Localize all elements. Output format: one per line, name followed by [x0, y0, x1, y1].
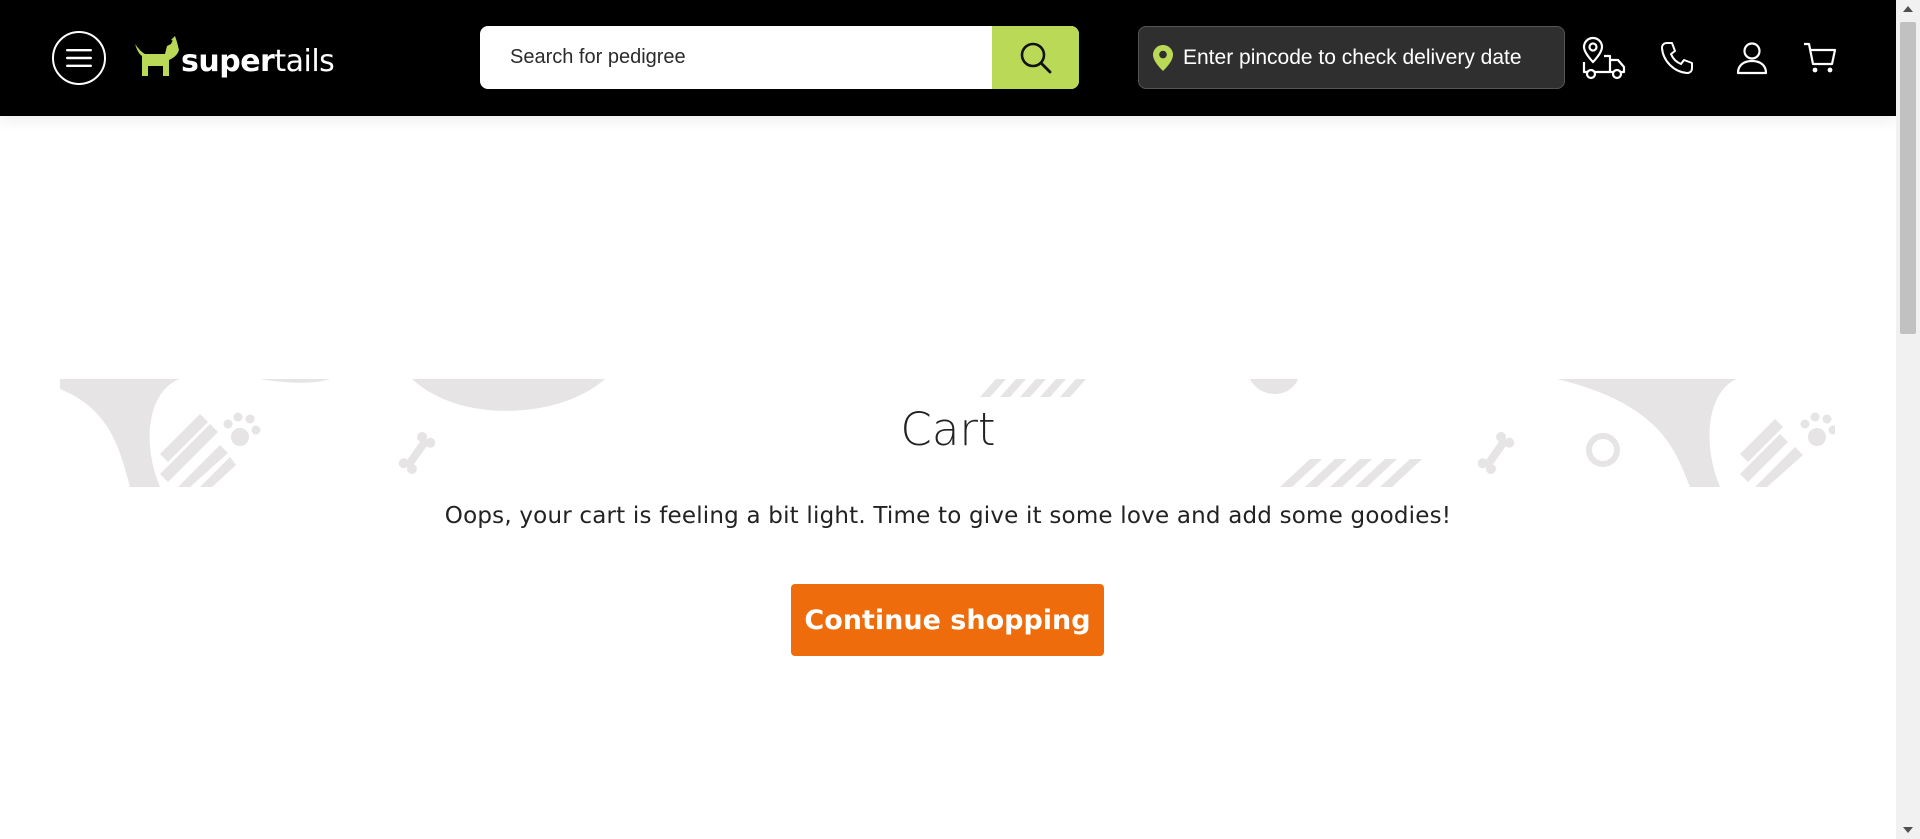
scroll-up-arrow[interactable] [1896, 0, 1920, 18]
cart-button[interactable] [1796, 34, 1844, 82]
logo-text-strong: super [181, 43, 275, 79]
cart-icon [1804, 42, 1837, 73]
search-icon [1020, 42, 1051, 73]
location-pin-icon [1153, 44, 1173, 71]
dog-logo-icon [135, 36, 179, 76]
pincode-label: Enter pincode to check delivery date [1183, 45, 1522, 69]
page: supertails Enter pincode to check delive… [0, 0, 1920, 839]
pincode-checker[interactable]: Enter pincode to check delivery date [1138, 26, 1565, 89]
account-button[interactable] [1728, 34, 1776, 82]
scroll-down-arrow[interactable] [1896, 821, 1920, 839]
phone-icon [1661, 42, 1693, 74]
search-input[interactable] [480, 26, 992, 89]
logo-text-light: tails [274, 43, 335, 79]
search-bar [480, 26, 1079, 89]
cart-title: Cart [900, 403, 996, 456]
menu-button[interactable] [52, 31, 106, 85]
chevron-up-icon [1903, 6, 1913, 12]
empty-cart-message: Oops, your cart is feeling a bit light. … [444, 503, 1452, 529]
continue-shopping-button[interactable]: Continue shopping [791, 584, 1104, 656]
user-icon [1736, 42, 1768, 75]
hamburger-icon [66, 49, 92, 67]
chevron-down-icon [1903, 827, 1913, 833]
delivery-truck-icon [1582, 36, 1626, 80]
vertical-scrollbar[interactable] [1896, 0, 1920, 839]
delivery-button[interactable] [1579, 34, 1629, 82]
supertails-logo[interactable]: supertails [133, 30, 335, 86]
phone-button[interactable] [1653, 34, 1701, 82]
logo-wordmark: supertails [181, 43, 335, 79]
scrollbar-thumb[interactable] [1900, 22, 1916, 334]
search-button[interactable] [992, 26, 1079, 89]
top-header: supertails Enter pincode to check delive… [0, 0, 1896, 116]
